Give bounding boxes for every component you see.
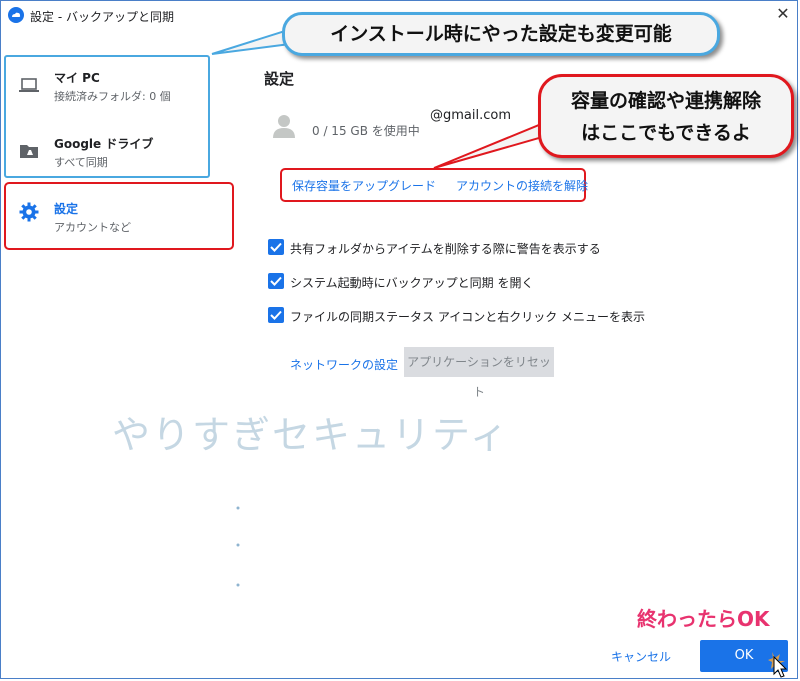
callout-settings-changeable: インストール時にやった設定も変更可能	[282, 12, 720, 56]
check-icon	[270, 242, 282, 252]
highlight-box-settings	[4, 182, 234, 250]
checkbox-label: システム起動時にバックアップと同期 を開く	[290, 276, 534, 290]
callout-storage-disconnect: 容量の確認や連携解除 はここでもできるよ	[538, 74, 794, 158]
highlight-box-blue	[4, 55, 210, 178]
callout-line-1: 容量の確認や連携解除	[570, 90, 761, 112]
avatar	[273, 115, 295, 138]
checkbox-label: 共有フォルダからアイテムを削除する際に警告を表示する	[290, 242, 601, 256]
check-icon	[270, 310, 282, 320]
upgrade-storage-link[interactable]: 保存容量をアップグレード	[292, 177, 436, 194]
watermark: やりすぎセキュリティ	[112, 413, 510, 457]
done-note: 終わったらOK	[637, 607, 770, 631]
decorative-dots	[236, 506, 240, 587]
reset-app-button[interactable]: アプリケーションをリセット	[404, 347, 554, 399]
mouse-cursor-icon	[768, 652, 788, 678]
checkbox-label: ファイルの同期ステータス アイコンと右クリック メニューを表示	[290, 310, 646, 324]
checkbox[interactable]	[268, 307, 284, 323]
close-button[interactable]: ✕	[770, 3, 796, 25]
disconnect-account-link[interactable]: アカウントの接続を解除	[456, 177, 588, 194]
backup-sync-cloud-icon	[8, 7, 24, 23]
check-icon	[270, 276, 282, 286]
account-email: @gmail.com	[430, 108, 512, 123]
network-settings-link[interactable]: ネットワークの設定	[290, 356, 398, 373]
page-title: 設定	[264, 70, 295, 88]
checkbox[interactable]	[268, 239, 284, 255]
checkbox[interactable]	[268, 273, 284, 289]
cancel-button[interactable]: キャンセル	[606, 646, 676, 668]
window-title: 設定 - バックアップと同期	[30, 10, 174, 24]
storage-usage: 0 / 15 GB を使用中	[312, 124, 420, 138]
callout-line-2: はここでもできるよ	[581, 122, 751, 144]
